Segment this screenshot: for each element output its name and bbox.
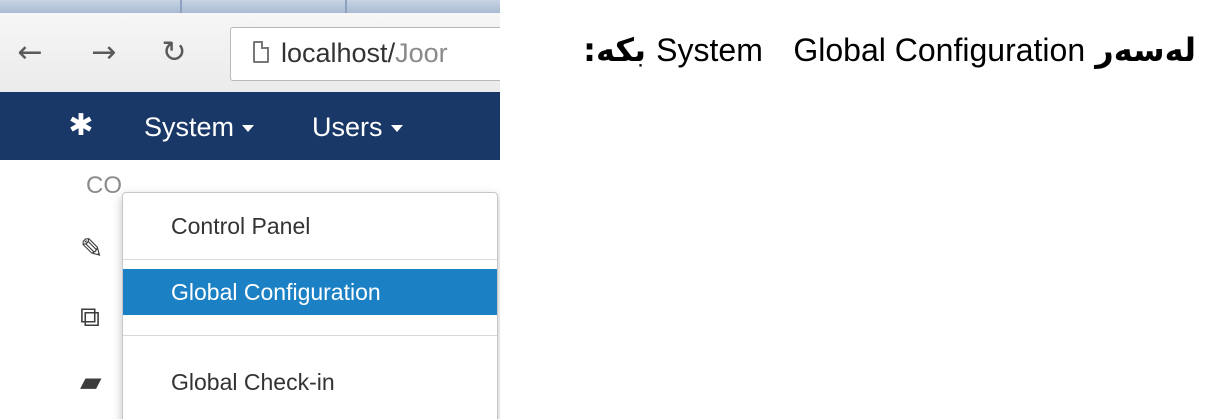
browser-toolbar: ← → ↻ localhost/Joor	[0, 13, 500, 93]
menu-system-label: System	[144, 112, 235, 142]
menu-system[interactable]: System	[144, 112, 255, 143]
folder-icon[interactable]: ▰	[80, 365, 102, 398]
menu-item-global-configuration[interactable]: Global Configuration	[123, 269, 497, 315]
chevron-down-icon	[242, 125, 255, 133]
address-bar[interactable]: localhost/Joor	[230, 27, 500, 81]
menu-item-control-panel[interactable]: Control Panel	[123, 203, 497, 249]
joomla-logo-icon[interactable]: ✱	[64, 109, 98, 143]
menu-divider	[123, 335, 497, 336]
caption-system: System	[656, 32, 763, 68]
screenshot-crop: ← → ↻ localhost/Joor ✱ System Users CO ✎…	[0, 0, 500, 419]
pencil-icon[interactable]: ✎	[80, 232, 103, 265]
tab-separator	[180, 0, 182, 13]
reload-icon[interactable]: ↻	[158, 38, 190, 68]
url-host: localhost/	[281, 38, 396, 68]
menu-users-label: Users	[312, 112, 383, 142]
browser-tab-strip	[0, 0, 500, 13]
caption-global-configuration: Global Configuration	[793, 32, 1086, 68]
back-arrow-icon[interactable]: ←	[14, 38, 46, 68]
url-text[interactable]: localhost/Joor	[281, 38, 448, 69]
system-dropdown-menu: Control Panel Global Configuration Globa…	[122, 192, 498, 419]
caption-suffix: بکە:	[583, 31, 646, 69]
instruction-caption: لەسەر System Global Configuration بکە:	[583, 28, 1196, 72]
menu-divider	[123, 259, 497, 260]
menu-users[interactable]: Users	[312, 112, 403, 143]
caption-prefix: لەسەر	[1095, 31, 1196, 69]
tab-separator	[345, 0, 347, 13]
copy-icon[interactable]: ⧉	[80, 300, 100, 334]
url-path: Joor	[395, 38, 448, 68]
forward-arrow-icon[interactable]: →	[88, 38, 120, 68]
menu-item-global-check-in[interactable]: Global Check-in	[123, 359, 497, 405]
chevron-down-icon	[390, 125, 403, 133]
page-icon	[253, 41, 269, 63]
page-heading: CO	[86, 172, 122, 199]
admin-navbar: ✱ System Users	[0, 92, 500, 160]
